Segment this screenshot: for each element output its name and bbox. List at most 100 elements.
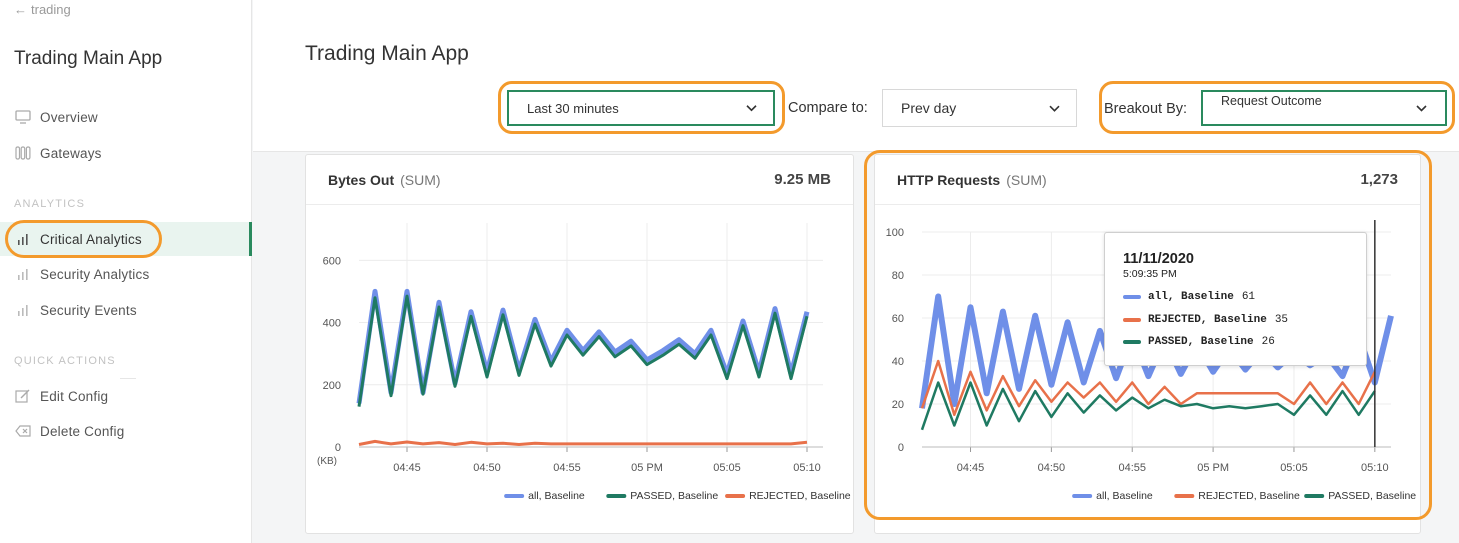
x-tick-label: 05:05 xyxy=(713,462,741,474)
y-axis-unit: (KB) xyxy=(317,456,337,467)
gateway-icon xyxy=(14,145,32,161)
sidebar-item-label: Security Events xyxy=(40,302,137,318)
y-tick-label: 60 xyxy=(892,313,904,325)
sidebar-item-critical-analytics[interactable]: Critical Analytics xyxy=(0,222,252,256)
legend-label: PASSED, Baseline xyxy=(630,490,718,502)
x-tick-label: 05:10 xyxy=(793,462,821,474)
sidebar-item-label: Critical Analytics xyxy=(40,231,142,247)
legend-swatch[interactable] xyxy=(725,494,746,498)
breakout-select[interactable]: Request Outcome xyxy=(1201,90,1447,126)
bytes-out-chart: 0 200 400 600 (KB) 04:45 04:50 04:55 05 PM 05:05 0… xyxy=(317,223,851,502)
legend-swatch xyxy=(1123,295,1141,299)
x-tick-label: 05:05 xyxy=(1280,462,1308,474)
x-tick-label: 05:10 xyxy=(1361,462,1389,474)
y-tick-label: 80 xyxy=(892,270,904,282)
legend-swatch[interactable] xyxy=(606,494,627,498)
sidebar-item-edit-config[interactable]: Edit Config xyxy=(0,379,252,413)
sidebar-item-security-events[interactable]: Security Events xyxy=(0,293,252,327)
y-tick-label: 40 xyxy=(892,356,904,368)
delete-icon xyxy=(14,423,32,439)
bar-chart-icon xyxy=(14,231,32,247)
tooltip-row: REJECTED, Baseline 35 xyxy=(1123,314,1288,326)
x-tick-label: 04:45 xyxy=(393,462,421,474)
x-tick-label: 04:55 xyxy=(1118,462,1146,474)
chevron-down-icon xyxy=(746,100,757,115)
back-arrow-icon: ← xyxy=(14,2,27,17)
legend-label: REJECTED, Baseline xyxy=(1198,490,1300,502)
tooltip-series-name: REJECTED, Baseline xyxy=(1148,314,1267,326)
tooltip-series-name: PASSED, Baseline xyxy=(1148,336,1254,348)
sidebar-item-label: Gateways xyxy=(40,145,102,161)
breakout-value: Request Outcome xyxy=(1221,94,1322,108)
legend-label: REJECTED, Baseline xyxy=(749,490,851,502)
legend-label: all, Baseline xyxy=(528,490,585,502)
bytes-out-total: 9.25 MB xyxy=(774,171,831,188)
x-tick-label: 04:50 xyxy=(473,462,501,474)
sidebar-item-gateways[interactable]: Gateways xyxy=(0,136,252,170)
y-tick-label: 600 xyxy=(323,255,341,267)
sidebar-item-overview[interactable]: Overview xyxy=(0,100,252,134)
time-range-select[interactable]: Last 30 minutes xyxy=(507,90,775,126)
legend-swatch xyxy=(1123,340,1141,344)
legend-swatch[interactable] xyxy=(1304,494,1325,498)
card-title: HTTP Requests (SUM) xyxy=(897,172,1047,188)
tooltip-row: all, Baseline 61 xyxy=(1123,291,1255,303)
page-title: Trading Main App xyxy=(305,42,469,65)
sidebar-item-delete-config[interactable]: Delete Config xyxy=(0,414,252,448)
legend-label: PASSED, Baseline xyxy=(1328,490,1416,502)
sidebar-item-label: Overview xyxy=(40,109,98,125)
http-requests-title: HTTP Requests xyxy=(897,172,1001,188)
sidebar: ← trading Trading Main App Overview Gatew… xyxy=(0,0,252,543)
legend-swatch[interactable] xyxy=(1072,494,1093,498)
compare-label: Compare to: xyxy=(788,100,868,116)
compare-select[interactable]: Prev day xyxy=(882,89,1077,127)
bar-chart-icon xyxy=(14,302,32,318)
y-tick-label: 100 xyxy=(886,227,904,239)
card-header: Bytes Out (SUM) 9.25 MB xyxy=(306,155,853,205)
sidebar-item-security-analytics[interactable]: Security Analytics xyxy=(0,257,252,291)
monitor-icon xyxy=(14,109,32,125)
sidebar-item-label: Delete Config xyxy=(40,423,125,439)
y-tick-label: 20 xyxy=(892,399,904,411)
sidebar-item-label: Security Analytics xyxy=(40,266,150,282)
back-link[interactable]: ← trading xyxy=(14,2,71,17)
series-line-all xyxy=(356,288,810,404)
card-header: HTTP Requests (SUM) 1,273 xyxy=(875,155,1420,205)
y-tick-label: 0 xyxy=(898,442,904,454)
http-requests-total: 1,273 xyxy=(1360,171,1398,188)
x-tick-label: 04:55 xyxy=(553,462,581,474)
tooltip-row: PASSED, Baseline 26 xyxy=(1123,336,1275,348)
legend-swatch[interactable] xyxy=(1174,494,1195,498)
bytes-out-title: Bytes Out xyxy=(328,172,395,188)
breakout-label: Breakout By: xyxy=(1104,101,1188,117)
bar-chart-icon xyxy=(14,266,32,282)
card-title: Bytes Out (SUM) xyxy=(328,172,441,188)
tooltip-date: 11/11/2020 xyxy=(1123,251,1194,267)
x-tick-label: 04:50 xyxy=(1038,462,1066,474)
tooltip-series-value: 61 xyxy=(1241,291,1256,303)
app-title: Trading Main App xyxy=(14,48,163,69)
legend-swatch xyxy=(1123,318,1141,322)
x-tick-label: 05 PM xyxy=(1197,462,1229,474)
series-line-rejected xyxy=(358,439,808,446)
bytes-out-aggregation: (SUM) xyxy=(400,172,441,188)
chart-legend: PASSED, Baseline REJECTED, Baseline all, B… xyxy=(1072,490,1416,502)
back-link-label: trading xyxy=(31,2,71,17)
chart-tooltip: 11/11/2020 5:09:35 PM all, Baseline 61 RE… xyxy=(1104,232,1367,366)
main-header xyxy=(253,0,1459,152)
edit-icon xyxy=(14,388,32,404)
analytics-section-label: ANALYTICS xyxy=(14,198,86,210)
y-tick-label: 200 xyxy=(323,380,341,392)
quick-actions-section-label: QUICK ACTIONS xyxy=(14,355,116,367)
compare-value: Prev day xyxy=(901,100,957,116)
tooltip-series-value: 26 xyxy=(1261,336,1275,348)
legend-swatch[interactable] xyxy=(504,494,525,498)
x-tick-label: 04:45 xyxy=(957,462,985,474)
tooltip-series-name: all, Baseline xyxy=(1148,291,1234,303)
x-tick-label: 05 PM xyxy=(631,462,663,474)
chevron-down-icon xyxy=(1049,99,1060,115)
y-tick-label: 0 xyxy=(335,442,341,454)
y-tick-label: 400 xyxy=(323,318,341,330)
bytes-out-card: Bytes Out (SUM) 9.25 MB 0 200 400 600 (KB) 04:… xyxy=(305,154,854,534)
tooltip-series-value: 35 xyxy=(1274,314,1289,326)
